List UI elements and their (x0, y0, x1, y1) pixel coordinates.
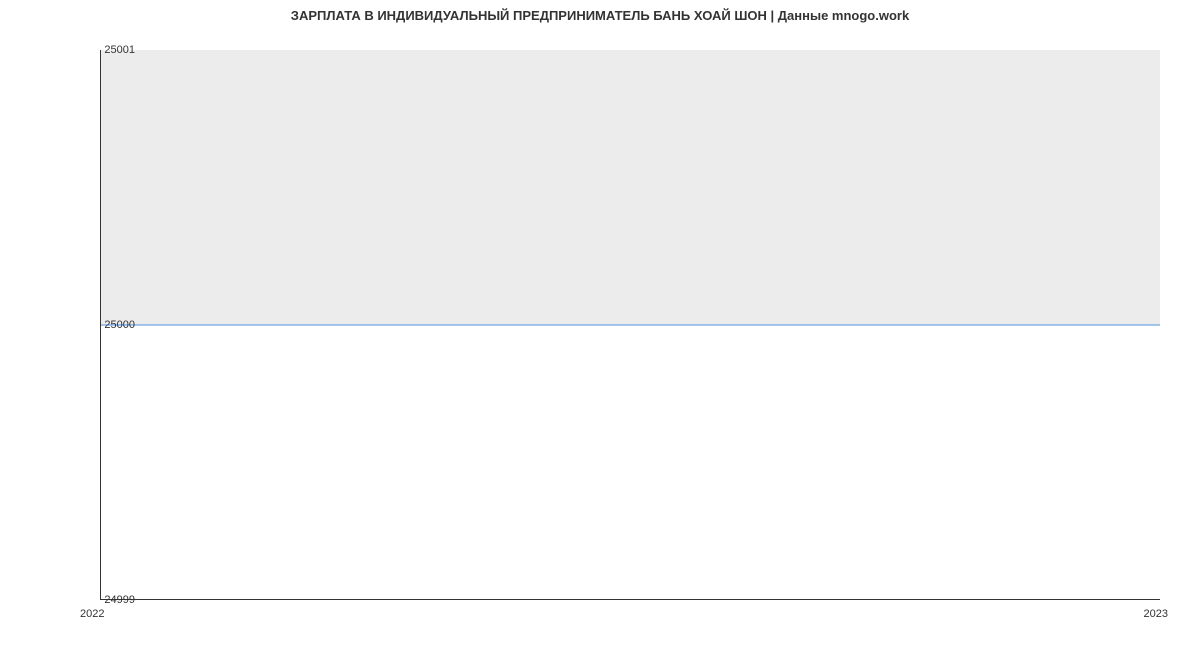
chart-container: ЗАРПЛАТА В ИНДИВИДУАЛЬНЫЙ ПРЕДПРИНИМАТЕЛ… (0, 0, 1200, 650)
x-tick-label: 2022 (80, 608, 104, 620)
shaded-region (101, 50, 1160, 325)
y-tick-label: 24999 (104, 594, 135, 606)
y-tick-label: 25001 (104, 44, 135, 56)
data-line (101, 324, 1160, 325)
x-tick-label: 2023 (1144, 608, 1168, 620)
plot-area (100, 50, 1160, 600)
y-tick-label: 25000 (104, 319, 135, 331)
chart-title: ЗАРПЛАТА В ИНДИВИДУАЛЬНЫЙ ПРЕДПРИНИМАТЕЛ… (0, 8, 1200, 23)
